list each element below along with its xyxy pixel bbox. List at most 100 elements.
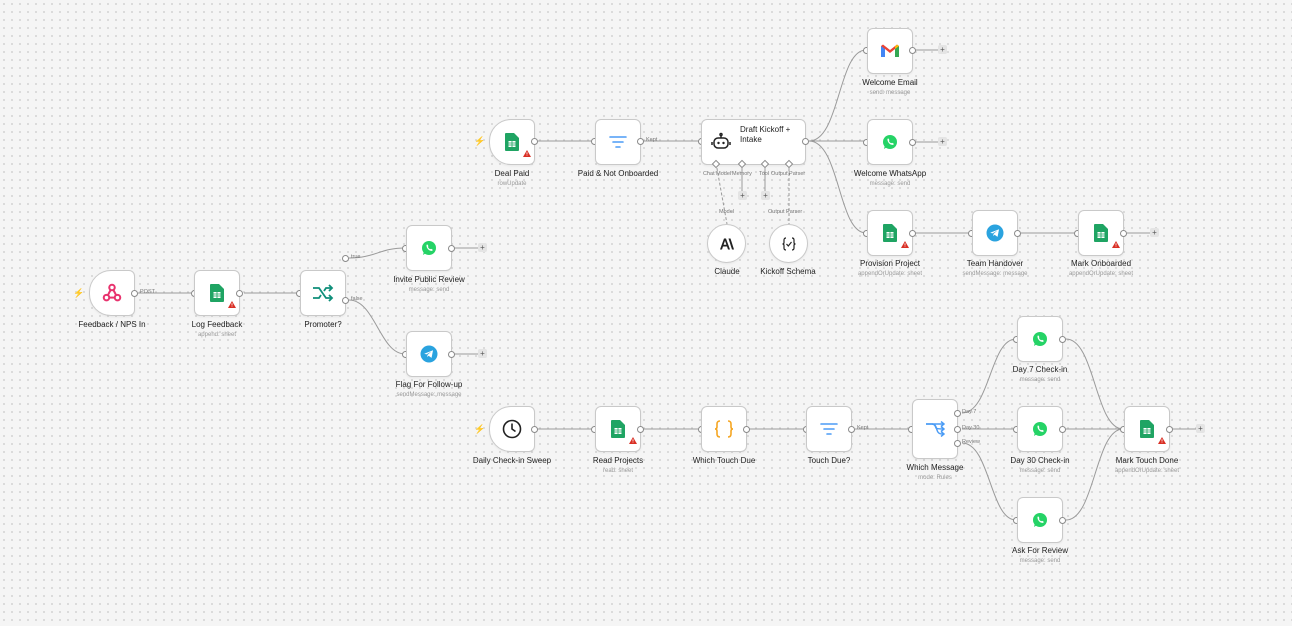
output-port[interactable] [637, 138, 644, 145]
node-paid-not-onboarded[interactable] [595, 119, 641, 165]
google-sheets-icon [505, 133, 519, 151]
node-label-mark-onboarded: Mark Onboarded [1070, 259, 1132, 268]
output-port[interactable] [448, 245, 455, 252]
warning-icon [901, 235, 909, 253]
filter-icon [609, 135, 627, 149]
output-port[interactable] [531, 426, 538, 433]
output-port[interactable] [1059, 517, 1066, 524]
node-label-promoter: Promoter? [304, 320, 342, 329]
sub-label-tool: Tool [759, 171, 770, 177]
node-label-day7-checkin: Day 7 Check-in [1012, 365, 1068, 374]
add-node-button[interactable]: + [938, 137, 947, 146]
whatsapp-icon [1032, 512, 1048, 528]
warning-icon [523, 144, 531, 162]
output-port[interactable] [802, 138, 809, 145]
if-branch-icon [312, 284, 334, 302]
node-touch-due[interactable] [806, 406, 852, 452]
trigger-bolt-icon: ⚡ [73, 288, 85, 298]
trigger-bolt-icon: ⚡ [474, 424, 486, 434]
node-feedback-nps-in[interactable] [89, 270, 135, 316]
node-label-paid-not-onboarded: Paid & Not Onboarded [577, 169, 659, 178]
node-claude[interactable] [707, 224, 746, 263]
node-promoter[interactable] [300, 270, 346, 316]
output-port-day30[interactable] [954, 426, 961, 433]
google-sheets-icon [1140, 420, 1154, 438]
node-day7-checkin[interactable] [1017, 316, 1063, 362]
node-read-projects[interactable] [595, 406, 641, 452]
add-memory-button[interactable]: + [738, 191, 747, 200]
edge-label-day7: Day 7 [962, 409, 977, 415]
node-label-draft-kickoff-intake: Draft Kickoff + Intake [740, 125, 791, 144]
node-which-touch-due[interactable] [701, 406, 747, 452]
filter-icon [820, 422, 838, 436]
output-port-false[interactable] [342, 297, 349, 304]
anthropic-icon [719, 238, 734, 249]
output-port[interactable] [743, 426, 750, 433]
node-provision-project[interactable] [867, 210, 913, 256]
output-port[interactable] [1014, 230, 1021, 237]
node-day30-checkin[interactable] [1017, 406, 1063, 452]
output-port[interactable] [531, 138, 538, 145]
switch-icon [925, 421, 945, 437]
gmail-icon [881, 44, 899, 58]
add-node-button[interactable]: + [938, 45, 947, 54]
output-port[interactable] [909, 47, 916, 54]
node-which-message[interactable] [912, 399, 958, 459]
output-port[interactable] [448, 351, 455, 358]
node-welcome-email[interactable] [867, 28, 913, 74]
output-port[interactable] [236, 290, 243, 297]
node-label-mark-touch-done: Mark Touch Done [1115, 456, 1179, 465]
add-node-button[interactable]: + [1196, 424, 1205, 433]
node-label-flag-follow-up: Flag For Follow-up [395, 380, 463, 389]
output-port[interactable] [848, 426, 855, 433]
output-port[interactable] [131, 290, 138, 297]
edge-label-review: Review [962, 439, 981, 445]
output-port[interactable] [1166, 426, 1173, 433]
node-sub-read-projects: read: sheet [602, 468, 634, 474]
node-invite-public-review[interactable] [406, 225, 452, 271]
node-label-welcome-email: Welcome Email [862, 78, 918, 87]
node-kickoff-schema[interactable] [769, 224, 808, 263]
output-port[interactable] [909, 230, 916, 237]
node-daily-checkin-sweep[interactable] [489, 406, 535, 452]
node-sub-invite-public-review: message: send [408, 287, 450, 293]
edge-label-post: POST [140, 289, 155, 295]
node-sub-mark-touch-done: appendOrUpdate: sheet [1114, 468, 1180, 474]
output-port[interactable] [1059, 336, 1066, 343]
add-node-button[interactable]: + [1150, 228, 1159, 237]
edge-label-output-parser: Output Parser [768, 209, 803, 215]
google-sheets-icon [611, 420, 625, 438]
node-sub-deal-paid: rowUpdate [497, 181, 527, 187]
add-tool-button[interactable]: + [761, 191, 770, 200]
edge-label-kept: Kept [857, 425, 869, 431]
node-flag-follow-up[interactable] [406, 331, 452, 377]
warning-icon [629, 431, 637, 449]
node-sub-welcome-email: send: message [869, 90, 911, 96]
node-mark-onboarded[interactable] [1078, 210, 1124, 256]
node-ask-for-review[interactable] [1017, 497, 1063, 543]
warning-icon [1158, 431, 1166, 449]
node-deal-paid[interactable] [489, 119, 535, 165]
add-node-button[interactable]: + [478, 243, 487, 252]
output-port-review[interactable] [954, 440, 961, 447]
node-mark-touch-done[interactable] [1124, 406, 1170, 452]
add-node-button[interactable]: + [478, 349, 487, 358]
edge-label-true: true [351, 254, 361, 260]
node-team-handover[interactable] [972, 210, 1018, 256]
node-sub-day7-checkin: message: send [1019, 377, 1061, 383]
edge-label-model: Model [719, 209, 734, 215]
node-sub-welcome-whatsapp: message: send [869, 181, 911, 187]
output-port[interactable] [1059, 426, 1066, 433]
output-port[interactable] [909, 139, 916, 146]
output-port-day7[interactable] [954, 410, 961, 417]
output-port[interactable] [1120, 230, 1127, 237]
whatsapp-icon [1032, 331, 1048, 347]
connection-lines [138, 47, 1196, 523]
sub-label-memory: Memory [732, 171, 752, 177]
node-draft-kickoff-intake[interactable]: Draft Kickoff + Intake [701, 119, 806, 165]
node-log-feedback[interactable] [194, 270, 240, 316]
webhook-icon [101, 282, 123, 304]
output-port[interactable] [637, 426, 644, 433]
node-welcome-whatsapp[interactable] [867, 119, 913, 165]
output-port-true[interactable] [342, 255, 349, 262]
